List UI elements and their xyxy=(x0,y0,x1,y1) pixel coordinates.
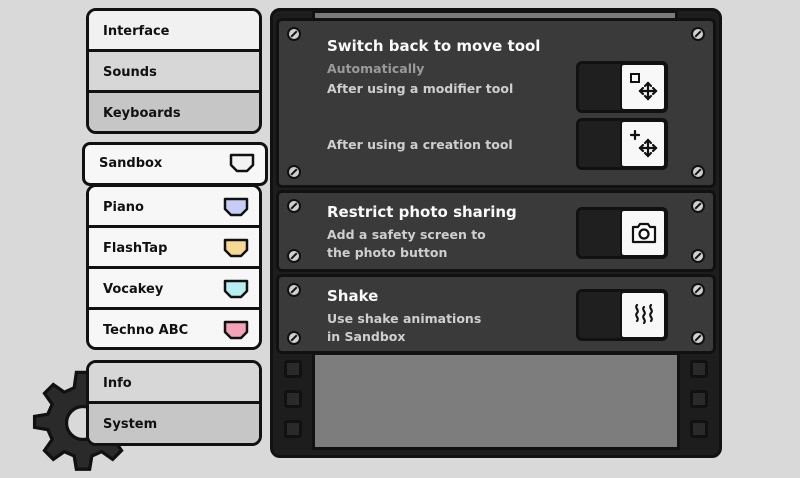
nav-item-label: Sounds xyxy=(103,65,157,80)
nav-item-sandbox[interactable]: Sandbox xyxy=(82,142,268,186)
nav-group-keyboards: Piano FlashTap Vocakey Techno ABC xyxy=(86,184,262,350)
screw-icon xyxy=(691,199,705,213)
toggle-knob xyxy=(620,63,666,111)
screw-icon xyxy=(691,249,705,263)
screw-icon xyxy=(287,249,301,263)
rail-slot xyxy=(284,360,302,378)
tag-icon xyxy=(223,238,249,258)
screw-icon xyxy=(287,283,301,297)
nav-item-label: Info xyxy=(103,376,132,391)
camera-icon xyxy=(631,222,657,244)
modifier-move-icon xyxy=(630,73,658,101)
toggle-knob xyxy=(620,120,666,168)
tag-icon xyxy=(229,153,255,173)
setting-option-label: After using a modifier tool xyxy=(327,81,514,96)
toggle-restrict-photo[interactable] xyxy=(576,207,668,259)
setting-panel-switch-back: Switch back to move tool Automatically A… xyxy=(276,18,716,188)
nav-item-sounds[interactable]: Sounds xyxy=(89,52,259,93)
nav-group-settings: Interface Sounds Keyboards xyxy=(86,8,262,134)
setting-option-label: After using a creation tool xyxy=(327,137,513,152)
tag-icon xyxy=(223,320,249,340)
nav-item-interface[interactable]: Interface xyxy=(89,11,259,52)
toggle-shake[interactable] xyxy=(576,289,668,341)
nav-item-label: Interface xyxy=(103,24,170,39)
screw-icon xyxy=(287,199,301,213)
shake-icon xyxy=(635,303,653,325)
nav-item-label: Techno ABC xyxy=(103,323,189,338)
nav-item-label: FlashTap xyxy=(103,241,168,256)
screw-icon xyxy=(691,331,705,345)
screw-icon xyxy=(287,165,301,179)
nav-item-techno-abc[interactable]: Techno ABC xyxy=(89,310,259,347)
screw-icon xyxy=(691,27,705,41)
nav-item-label: Sandbox xyxy=(99,156,163,171)
tag-icon xyxy=(223,279,249,299)
toggle-creation-tool[interactable] xyxy=(576,118,668,170)
setting-panel-shake: Shake Use shake animations in Sandbox xyxy=(276,274,716,354)
setting-title: Restrict photo sharing xyxy=(327,203,517,221)
rail-slot xyxy=(690,390,708,408)
nav-item-label: Keyboards xyxy=(103,106,181,121)
screw-icon xyxy=(691,165,705,179)
screw-icon xyxy=(287,331,301,345)
rack-empty-screen xyxy=(312,352,680,450)
setting-description: in Sandbox xyxy=(327,329,406,344)
setting-title: Switch back to move tool xyxy=(327,37,541,55)
setting-description: the photo button xyxy=(327,245,448,260)
nav-group-about: Info System xyxy=(86,360,262,446)
creation-move-icon xyxy=(630,130,658,158)
nav-item-label: Piano xyxy=(103,200,144,215)
nav-item-keyboards[interactable]: Keyboards xyxy=(89,93,259,131)
rail-slot xyxy=(690,360,708,378)
nav-item-label: System xyxy=(103,417,158,432)
toggle-knob xyxy=(620,291,666,339)
toggle-knob xyxy=(620,209,666,257)
tag-icon xyxy=(223,197,249,217)
nav-item-info[interactable]: Info xyxy=(89,363,259,404)
rail-slot xyxy=(284,420,302,438)
setting-title: Shake xyxy=(327,287,379,305)
screw-icon xyxy=(287,27,301,41)
nav-item-vocakey[interactable]: Vocakey xyxy=(89,269,259,310)
setting-description: Add a safety screen to xyxy=(327,227,486,242)
nav-item-label: Vocakey xyxy=(103,282,164,297)
setting-subtitle: Automatically xyxy=(327,61,425,76)
setting-panel-restrict-photo: Restrict photo sharing Add a safety scre… xyxy=(276,190,716,272)
nav-item-flashtap[interactable]: FlashTap xyxy=(89,228,259,269)
setting-description: Use shake animations xyxy=(327,311,482,326)
screw-icon xyxy=(691,283,705,297)
nav-item-piano[interactable]: Piano xyxy=(89,187,259,228)
rail-slot xyxy=(284,390,302,408)
nav-item-system[interactable]: System xyxy=(89,404,259,443)
toggle-modifier-tool[interactable] xyxy=(576,61,668,113)
rail-slot xyxy=(690,420,708,438)
